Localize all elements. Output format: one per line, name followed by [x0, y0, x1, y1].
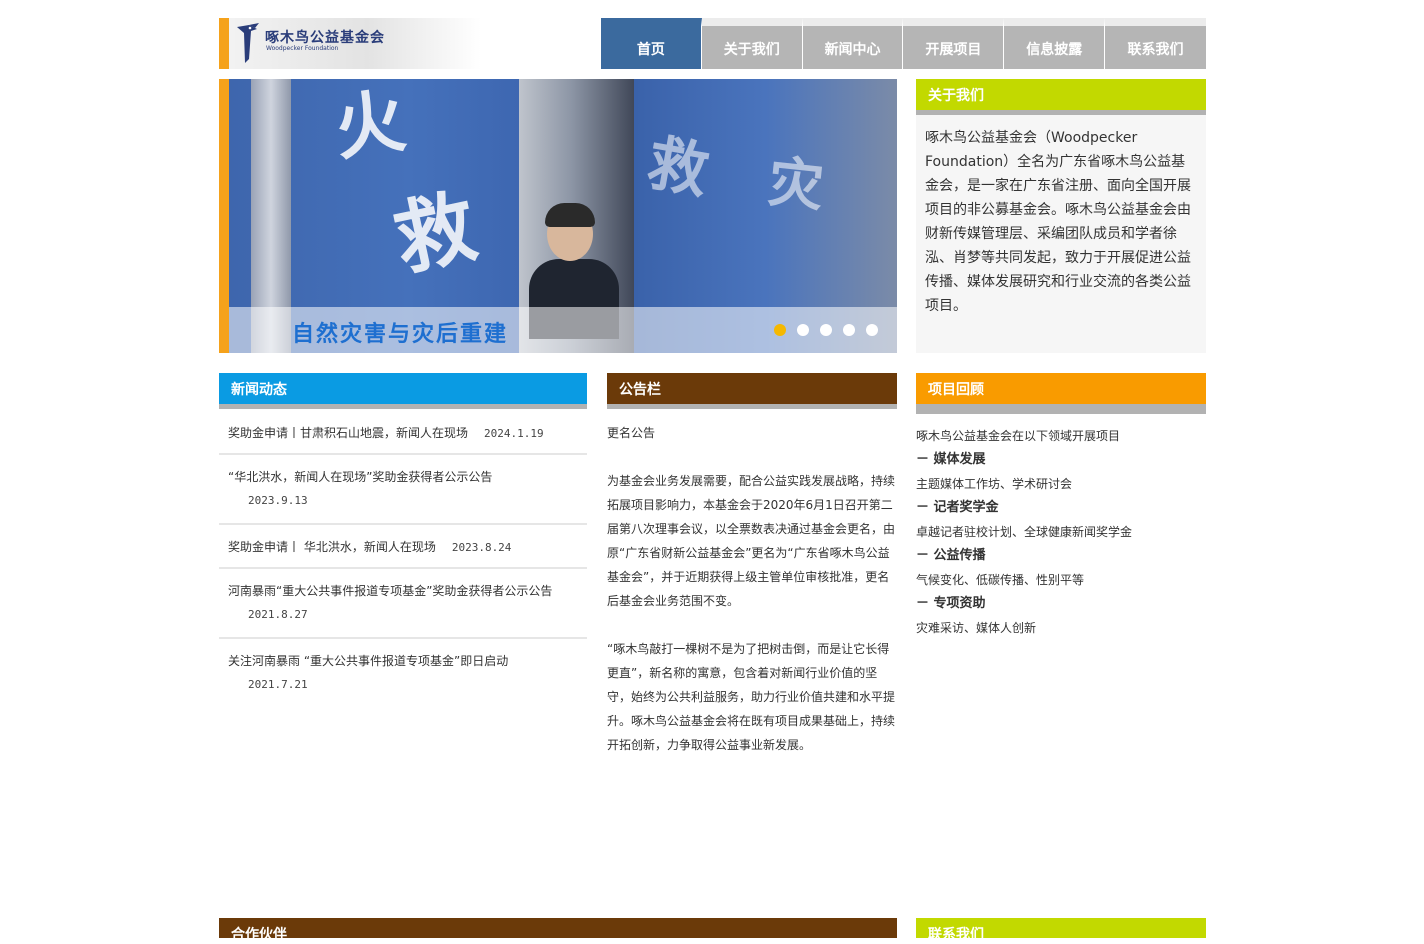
project-area-heading: － 公益传播: [916, 548, 986, 563]
contact-header: 联系我们: [916, 918, 1206, 943]
banner-image-child-hair: [545, 203, 595, 227]
project-area-detail: 气候变化、低碳传播、性别平等: [916, 573, 1085, 587]
project-area-heading: － 专项资助: [916, 596, 986, 611]
banner-slider[interactable]: 火 救 救 灾 自然灾害与灾后重建: [219, 79, 897, 353]
news-item-date: 2021.8.27: [248, 608, 308, 621]
notice-paragraph: 为基金会业务发展需要，配合公益实践发展战略，持续拓展项目影响力，本基金会于202…: [607, 474, 896, 608]
projects-header: 项目回顾: [916, 373, 1206, 414]
nav-about[interactable]: 关于我们: [701, 18, 803, 69]
about-header: 关于我们: [916, 79, 1206, 115]
notice-paragraph: “啄木鸟敲打一棵树不是为了把树击倒，而是让它长得更直”，新名称的寓意，包含着对新…: [607, 642, 896, 752]
projects-body: 啄木鸟公益基金会在以下领域开展项目 － 媒体发展 主题媒体工作坊、学术研讨会 －…: [916, 424, 1206, 640]
banner-image-glyph: 火: [329, 79, 411, 171]
project-area-detail: 卓越记者驻校计划、全球健康新闻奖学金: [916, 525, 1133, 539]
nav-label: 信息披露: [1026, 42, 1083, 58]
partners-header: 合作伙伴: [219, 918, 897, 943]
news-item-date: 2023.8.24: [451, 541, 512, 554]
logo-name-cn: 啄木鸟公益基金会: [265, 30, 385, 46]
news-item-title[interactable]: 河南暴雨“重大公共事件报道专项基金”奖助金获得者公示公告: [228, 579, 587, 603]
slider-dot[interactable]: [843, 324, 855, 336]
nav-disclosure[interactable]: 信息披露: [1004, 18, 1106, 69]
project-area-heading: － 记者奖学金: [916, 500, 999, 515]
logo-name-en: Woodpecker Foundation: [266, 45, 339, 52]
news-item[interactable]: 河南暴雨“重大公共事件报道专项基金”奖助金获得者公示公告 2021.8.27: [219, 579, 587, 639]
banner-image-glyph: 灾: [765, 148, 827, 219]
nav-projects[interactable]: 开展项目: [903, 18, 1005, 69]
banner-caption: 自然灾害与灾后重建: [292, 322, 509, 347]
news-item-date: 2023.9.13: [248, 494, 308, 507]
news-item-date: 2024.1.19: [484, 427, 544, 440]
news-list: 奖助金申请丨甘肃积石山地震，新闻人在现场 2024.1.19 “华北洪水，新闻人在…: [219, 421, 587, 717]
slider-dot[interactable]: [774, 324, 786, 336]
news-item-title[interactable]: 奖助金申请丨甘肃积石山地震，新闻人在现场: [228, 426, 468, 440]
about-title[interactable]: 关于我们: [928, 85, 984, 105]
news-item-title[interactable]: 关注河南暴雨 “重大公共事件报道专项基金”即日启动: [228, 649, 587, 673]
news-item-title[interactable]: 奖助金申请丨 华北洪水，新闻人在现场: [228, 540, 436, 554]
project-area-detail: 主题媒体工作坊、学术研讨会: [916, 477, 1073, 491]
contact-title[interactable]: 联系我们: [928, 924, 984, 944]
news-item[interactable]: 奖助金申请丨甘肃积石山地震，新闻人在现场 2024.1.19: [219, 421, 587, 455]
main-nav: 首页 关于我们 新闻中心 开展项目 信息披露 联系我们: [601, 18, 1206, 69]
nav-contact[interactable]: 联系我们: [1105, 18, 1206, 69]
slider-dot[interactable]: [797, 324, 809, 336]
project-area-heading: － 媒体发展: [916, 452, 986, 467]
projects-title[interactable]: 项目回顾: [928, 379, 984, 399]
about-panel: 关于我们 啄木鸟公益基金会（Woodpecker Foundation）全名为广…: [916, 79, 1206, 353]
woodpecker-logo-icon: [237, 23, 259, 63]
notice-paragraph: 更名公告: [607, 426, 656, 440]
projects-intro: 啄木鸟公益基金会在以下领域开展项目: [916, 429, 1121, 443]
notice-header: 公告栏: [607, 373, 897, 409]
project-area-detail: 灾难采访、媒体人创新: [916, 621, 1037, 635]
nav-label: 新闻中心: [824, 42, 881, 58]
nav-news[interactable]: 新闻中心: [802, 18, 904, 69]
nav-label: 关于我们: [723, 42, 780, 58]
nav-label: 开展项目: [925, 42, 982, 58]
nav-label: 首页: [636, 42, 665, 58]
nav-home[interactable]: 首页: [601, 18, 702, 69]
news-title[interactable]: 新闻动态: [231, 379, 287, 399]
news-item-date: 2021.7.21: [248, 678, 308, 691]
slider-dot[interactable]: [820, 324, 832, 336]
news-item[interactable]: 关注河南暴雨 “重大公共事件报道专项基金”即日启动 2021.7.21: [219, 649, 587, 707]
partners-title[interactable]: 合作伙伴: [231, 924, 287, 944]
news-item[interactable]: 奖助金申请丨 华北洪水，新闻人在现场 2023.8.24: [219, 535, 587, 569]
about-text: 啄木鸟公益基金会（Woodpecker Foundation）全名为广东省啄木鸟…: [925, 130, 1191, 314]
slider-dots: [774, 324, 878, 336]
site-logo[interactable]: 啄木鸟公益基金会 Woodpecker Foundation: [219, 18, 481, 69]
news-header: 新闻动态: [219, 373, 587, 409]
nav-label: 联系我们: [1127, 42, 1184, 58]
news-item-title[interactable]: “华北洪水，新闻人在现场”奖助金获得者公示公告: [228, 465, 587, 489]
news-item[interactable]: “华北洪水，新闻人在现场”奖助金获得者公示公告 2023.9.13: [219, 465, 587, 525]
notice-title[interactable]: 公告栏: [619, 379, 661, 399]
page-container: 啄木鸟公益基金会 Woodpecker Foundation 首页 关于我们 新…: [219, 0, 1206, 943]
notice-body: 更名公告 为基金会业务发展需要，配合公益实践发展战略，持续拓展项目影响力，本基金…: [607, 421, 897, 781]
slider-dot[interactable]: [866, 324, 878, 336]
